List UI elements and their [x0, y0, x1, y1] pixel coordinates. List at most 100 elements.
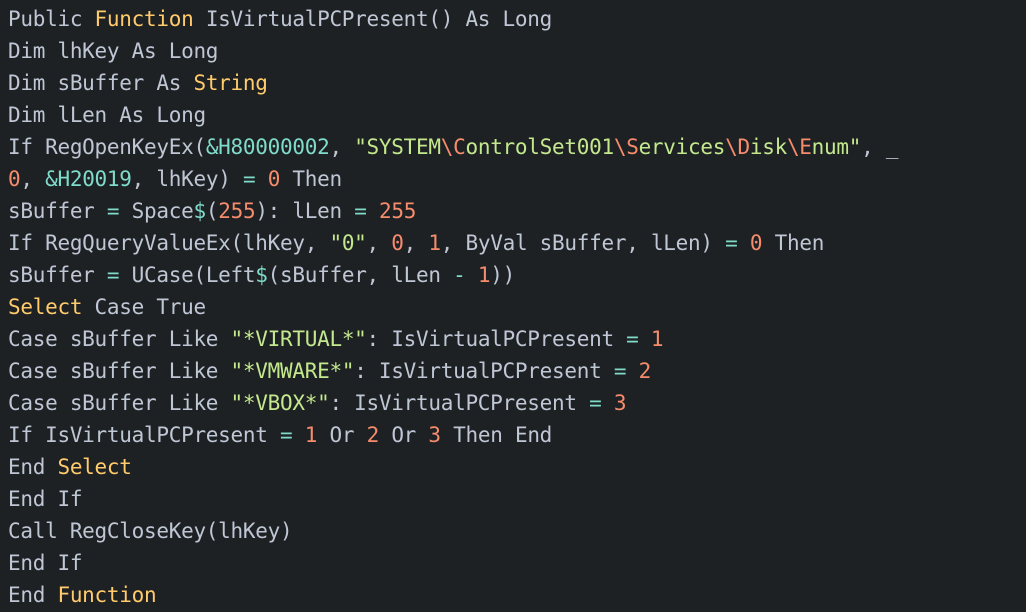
code-token-plain: (sBuffer, lLen — [267, 263, 454, 287]
code-token-plain: Dim lLen As Long — [8, 103, 206, 127]
code-line: Select Case True — [8, 291, 1026, 323]
code-token-string: ervices — [638, 135, 726, 159]
code-token-plain: ( — [205, 199, 219, 223]
code-token-escape: \E — [786, 135, 812, 159]
code-token-number: 1 — [304, 423, 318, 447]
code-token-operator: = — [354, 199, 367, 223]
code-token-string: "SYSTEM — [354, 135, 441, 159]
code-line: Case sBuffer Like "*VMWARE*": IsVirtualP… — [8, 355, 1026, 387]
code-token-plain: UCase(Left — [119, 263, 256, 287]
code-line: End Function — [8, 579, 1026, 611]
code-token-string: "0" — [329, 231, 367, 255]
code-token-number: 0 — [8, 167, 21, 191]
code-token-plain: , — [403, 231, 429, 255]
code-token-string: isk — [749, 135, 787, 159]
code-token-keyword: String — [193, 71, 268, 95]
code-token-string: "*VBOX*" — [230, 391, 330, 415]
code-token-plain: Call RegCloseKey(lhKey) — [8, 519, 293, 543]
code-token-plain: , — [366, 231, 392, 255]
code-token-keyword: Function — [94, 7, 194, 31]
code-token-operator: = — [106, 263, 120, 287]
code-block[interactable]: Public Function IsVirtualPCPresent() As … — [0, 0, 1026, 611]
code-token-number: 3 — [613, 391, 627, 415]
code-token-escape: \C — [440, 135, 466, 159]
code-line: 0, &H20019, lhKey) = 0 Then — [8, 163, 1026, 195]
code-token-plain: End — [8, 583, 58, 607]
code-line: If RegOpenKeyEx(&H80000002, "SYSTEM\Cont… — [8, 131, 1026, 163]
code-line: Call RegCloseKey(lhKey) — [8, 515, 1026, 547]
code-token-string: "*VMWARE*" — [230, 359, 355, 383]
code-token-plain: IsVirtualPCPresent() As Long — [193, 7, 552, 31]
code-token-number: 3 — [428, 423, 441, 447]
code-token-string: ontrolSet001 — [465, 135, 614, 159]
code-token-operator: $ — [255, 263, 268, 287]
code-token-plain: , lhKey) — [131, 167, 243, 191]
code-token-escape: \D — [725, 135, 750, 159]
code-token-operator: = — [280, 423, 293, 447]
code-token-plain: , _ — [861, 135, 899, 159]
code-token-plain: )) — [490, 263, 515, 287]
code-token-plain: Dim lhKey As Long — [8, 39, 219, 63]
code-token-plain: : IsVirtualPCPresent — [354, 359, 614, 383]
code-token-plain: Space — [119, 199, 194, 223]
code-token-operator: = — [589, 391, 602, 415]
code-token-plain: End If — [8, 551, 83, 575]
code-token-number: 2 — [638, 359, 652, 383]
code-token-hex: &H80000002 — [205, 135, 330, 159]
code-token-plain: sBuffer — [8, 199, 107, 223]
code-line: sBuffer = UCase(Left$(sBuffer, lLen - 1)… — [8, 259, 1026, 291]
code-token-operator: = — [725, 231, 738, 255]
code-token-number: 0 — [267, 167, 281, 191]
code-line: Public Function IsVirtualPCPresent() As … — [8, 3, 1026, 35]
code-token-operator: = — [613, 359, 627, 383]
code-token-plain: Public — [8, 7, 95, 31]
code-line: If IsVirtualPCPresent = 1 Or 2 Or 3 Then… — [8, 419, 1026, 451]
code-token-keyword: Select — [8, 295, 83, 319]
code-editor-surface: Public Function IsVirtualPCPresent() As … — [0, 0, 1026, 612]
code-token-string: num" — [811, 135, 862, 159]
code-line: sBuffer = Space$(255): lLen = 255 — [8, 195, 1026, 227]
code-token-plain: Case sBuffer Like — [8, 359, 231, 383]
code-token-operator: = — [242, 167, 256, 191]
code-token-plain: Case sBuffer Like — [8, 391, 231, 415]
code-token-plain: , — [20, 167, 46, 191]
code-line: Case sBuffer Like "*VBOX*": IsVirtualPCP… — [8, 387, 1026, 419]
code-line: Dim lhKey As Long — [8, 35, 1026, 67]
code-line: End If — [8, 483, 1026, 515]
code-token-hex: &H20019 — [45, 167, 132, 191]
code-token-keyword: Select — [57, 455, 132, 479]
code-token-escape: \S — [613, 135, 639, 159]
code-token-plain: End If — [8, 487, 83, 511]
code-token-plain: Then End — [440, 423, 553, 447]
code-token-keyword: Function — [57, 583, 157, 607]
code-token-number: 1 — [650, 327, 664, 351]
code-token-plain: Dim sBuffer As — [8, 71, 194, 95]
code-line: Dim sBuffer As String — [8, 67, 1026, 99]
code-token-plain: Then — [762, 231, 825, 255]
code-line: End Select — [8, 451, 1026, 483]
code-token-plain: , — [329, 135, 355, 159]
code-token-plain: If RegQueryValueEx(lhKey, — [8, 231, 330, 255]
code-line: End If — [8, 547, 1026, 579]
code-token-plain: : IsVirtualPCPresent — [366, 327, 627, 351]
code-token-plain: Then — [280, 167, 342, 191]
code-token-plain: End — [8, 455, 58, 479]
code-token-operator: = — [626, 327, 639, 351]
code-token-plain: Or — [317, 423, 367, 447]
code-token-operator: $ — [193, 199, 206, 223]
code-token-plain: Or — [378, 423, 429, 447]
code-token-number: 0 — [749, 231, 763, 255]
code-token-operator: = — [106, 199, 120, 223]
code-token-number: 255 — [378, 199, 417, 223]
code-token-plain: If RegOpenKeyEx( — [8, 135, 206, 159]
code-token-operator: - — [453, 263, 466, 287]
code-line: Dim lLen As Long — [8, 99, 1026, 131]
code-token-number: 2 — [366, 423, 380, 447]
code-token-number: 0 — [391, 231, 404, 255]
